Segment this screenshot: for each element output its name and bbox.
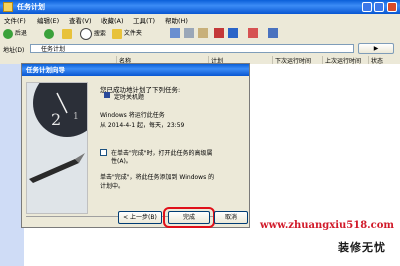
up-folder-icon [62,28,72,39]
back-button[interactable]: 后退 [3,28,27,40]
dialog-title: 任务计划向导 [22,64,249,76]
checkbox-label-line2[interactable]: 性(A)。 [111,156,132,165]
maximize-button[interactable] [374,2,384,12]
folders-button[interactable]: 文件夹 [112,28,142,40]
up-button[interactable] [62,28,72,40]
minimize-button[interactable] [362,2,372,12]
forward-button[interactable] [44,28,54,40]
menu-edit[interactable]: 编辑(E) [37,15,59,25]
finish-highlight-circle [163,207,215,228]
folder-icon [3,2,13,12]
menu-help[interactable]: 帮助(H) [165,15,188,25]
go-button[interactable]: ▶ [358,43,394,54]
undo-icon[interactable] [228,28,238,38]
paste-icon[interactable] [198,28,208,38]
menu-favorites[interactable]: 收藏(A) [101,15,124,25]
close-x-icon[interactable] [248,28,258,38]
toolbar: 后退 搜索 文件夹 [0,25,400,44]
folder-icon [112,28,122,39]
schedule-text: 从 2014-4-1 起，每天，23:59 [100,122,185,129]
finish-note-line2: 计划中。 [100,183,125,190]
wizard-clock-image: 2 1 [26,82,88,214]
search-icon [80,28,92,40]
window-titlebar: 任务计划 [0,0,400,14]
menu-tools[interactable]: 工具(T) [133,15,155,25]
svg-text:2: 2 [51,110,61,129]
task-name: 定时关机题 [114,94,145,101]
svg-text:1: 1 [73,112,79,122]
back-arrow-icon [3,28,13,39]
copy-icon[interactable] [184,28,194,38]
forward-arrow-icon [44,28,54,39]
address-label: 地址(D) [3,47,25,54]
back-step-button[interactable]: < 上一步(B) [118,211,162,224]
close-button[interactable] [387,2,397,12]
window-title: 任务计划 [17,3,45,11]
menu-view[interactable]: 查看(V) [69,15,92,25]
advanced-properties-checkbox[interactable] [100,149,107,156]
run-line: Windows 将运行此任务 [100,112,165,119]
views-icon[interactable] [268,28,278,38]
task-wizard-dialog: 任务计划向导 2 1 您已成功地计划了下列任务: 定时关机题 Windows 将… [21,63,250,228]
finish-note-line1: 单击"完成"，将此任务添加到 Windows 的 [100,174,215,181]
cut-icon[interactable] [170,28,180,38]
delete-icon[interactable] [214,28,224,38]
menu-file[interactable]: 文件(F) [4,15,26,25]
task-icon [104,92,110,98]
cancel-button[interactable]: 取消 [214,211,248,224]
watermark-text: 装修无忧 [338,241,386,254]
watermark-url: www.zhuangxiu518.com [260,220,394,231]
search-button[interactable]: 搜索 [80,28,106,40]
address-input[interactable]: 任务计划 [30,44,354,53]
